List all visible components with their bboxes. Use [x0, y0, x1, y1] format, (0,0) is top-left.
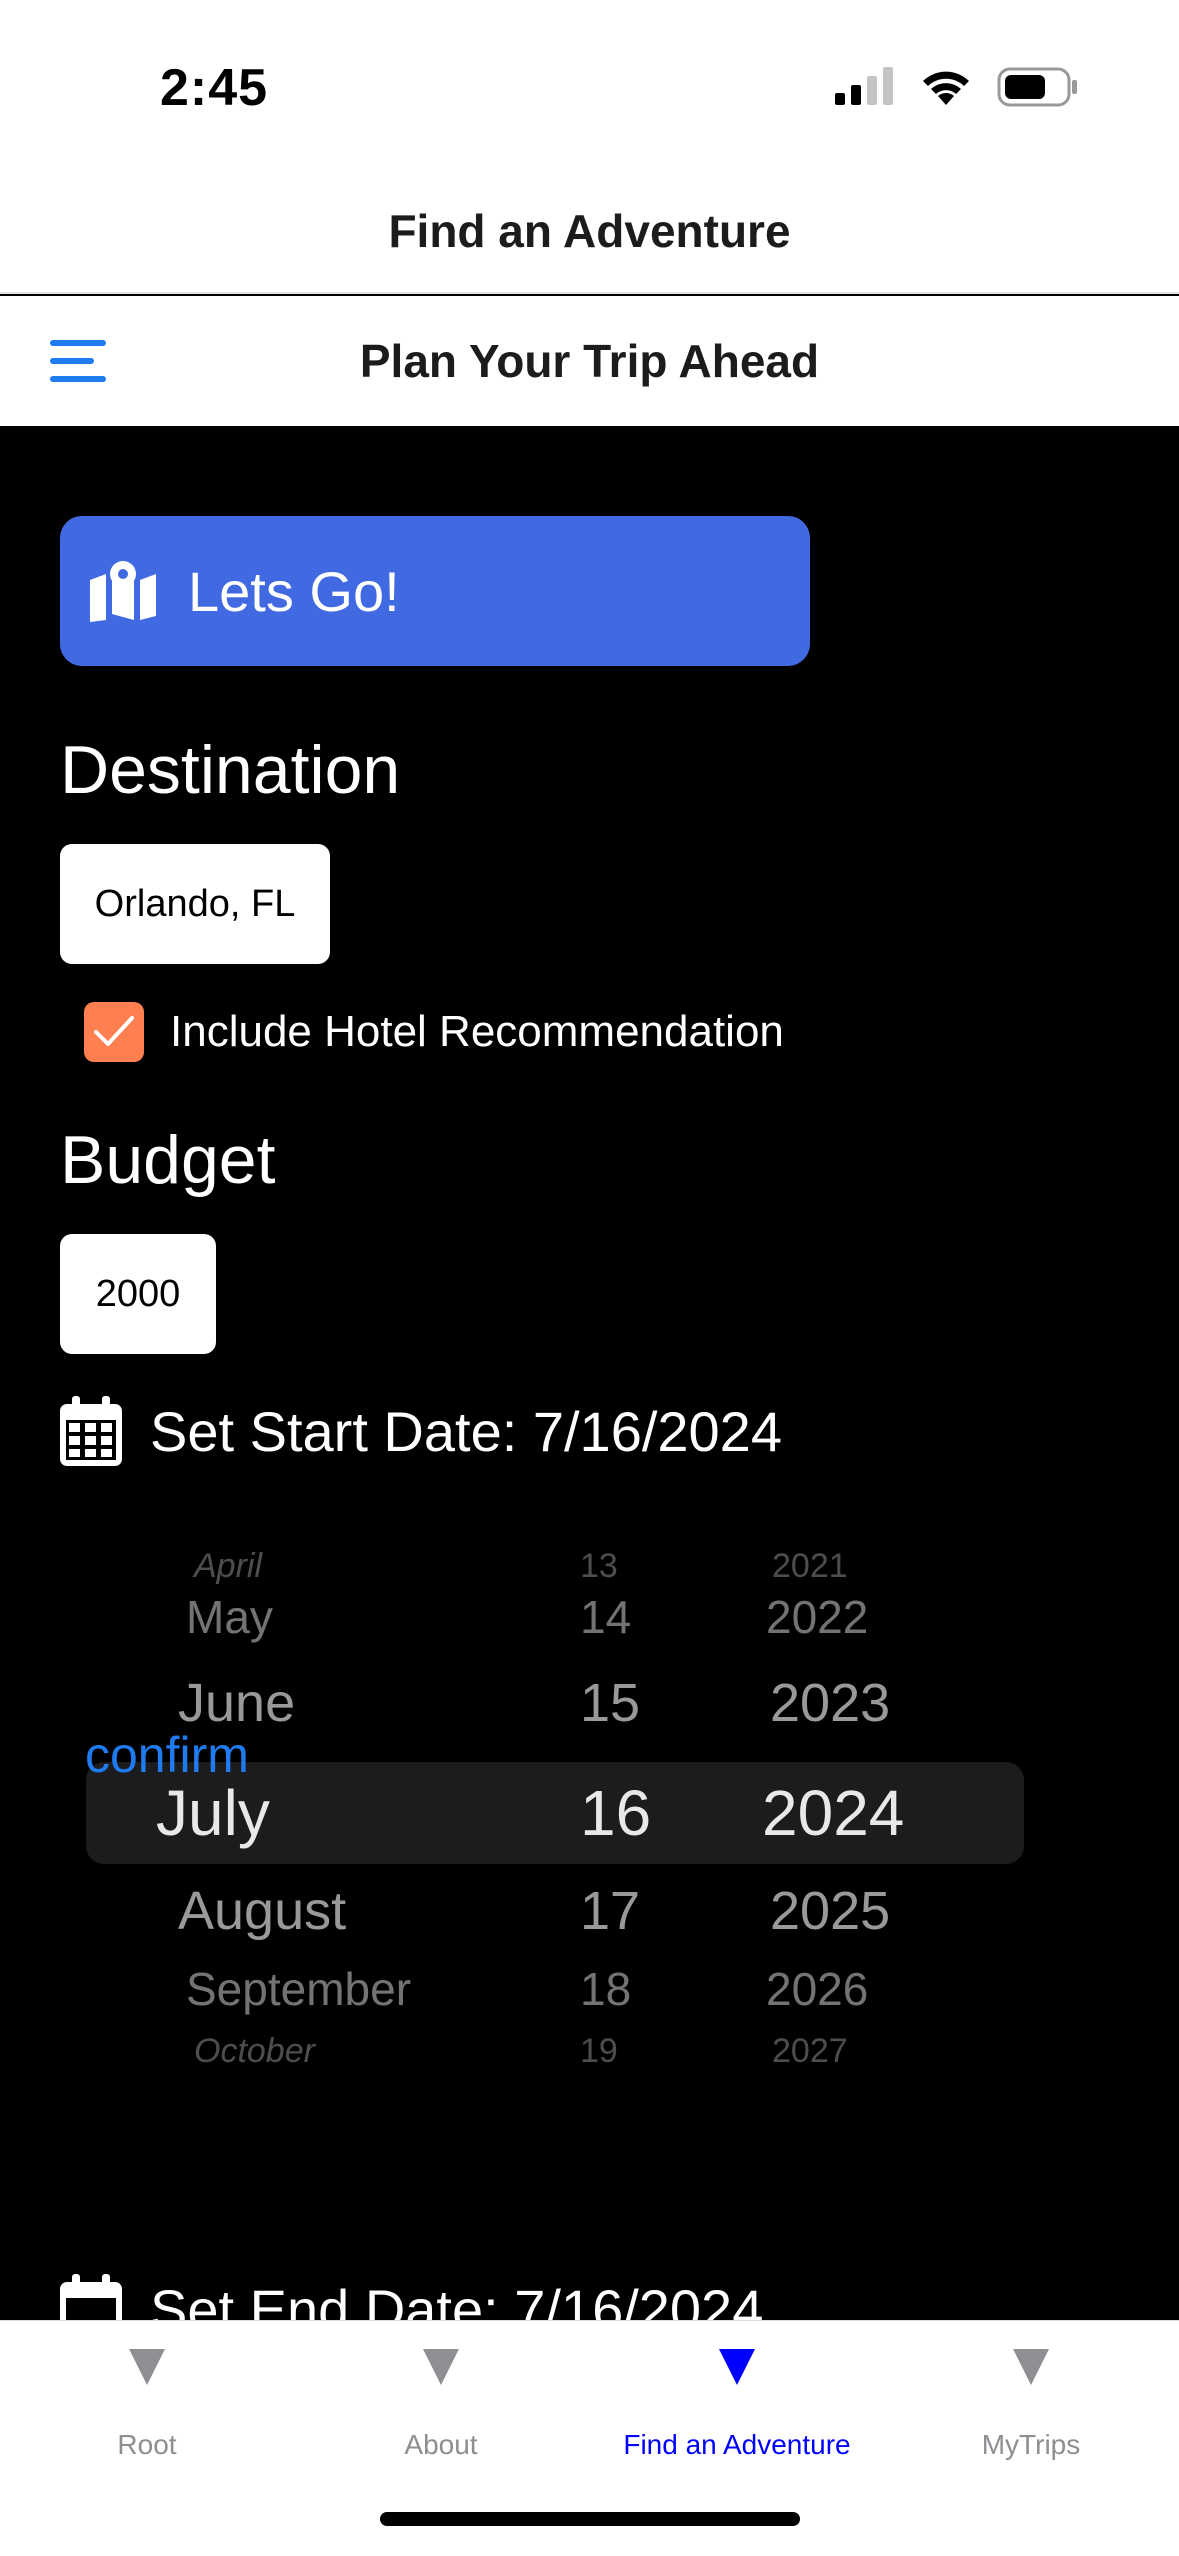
picker-day-option[interactable]: 14 [580, 1590, 631, 1644]
picker-year-option[interactable]: 2021 [772, 1547, 848, 1586]
tab-label: MyTrips [981, 2429, 1081, 2460]
start-date-label: Set Start Date: 7/16/2024 [150, 1399, 782, 1463]
hotel-recommendation-option[interactable]: Include Hotel Recommendation [84, 1002, 784, 1062]
picker-month-option[interactable]: August [178, 1880, 346, 1942]
calendar-icon [60, 2274, 122, 2320]
checkmark-icon [94, 1016, 134, 1046]
picker-month-option[interactable]: April [194, 1547, 262, 1586]
status-time: 2:45 [160, 59, 269, 117]
picker-year-option[interactable]: 2026 [766, 1962, 868, 2016]
map-icon [90, 561, 156, 622]
picker-day-option[interactable]: 13 [580, 1547, 618, 1586]
hamburger-menu-icon[interactable] [50, 336, 106, 386]
picker-year-option[interactable]: 2025 [770, 1880, 890, 1942]
picker-year-option[interactable]: 2022 [766, 1590, 868, 1644]
budget-input[interactable]: 2000 [60, 1234, 216, 1354]
calendar-icon [60, 1396, 122, 1466]
picker-month-option[interactable]: September [186, 1962, 411, 2016]
picker-day-option[interactable]: 17 [580, 1880, 640, 1942]
picker-day-option[interactable]: 19 [580, 2032, 618, 2071]
app-screen: 2:45 Find an Adventure Plan Your Trip Ah… [0, 0, 1179, 2556]
tab-label: Root [117, 2429, 177, 2460]
end-date-row[interactable]: Set End Date: 7/16/2024 [60, 2274, 763, 2320]
picker-year-selected[interactable]: 2024 [762, 1776, 904, 1850]
lets-go-label: Lets Go! [188, 559, 400, 623]
tab-label: About [404, 2429, 478, 2460]
picker-month-option[interactable]: May [186, 1590, 273, 1644]
home-indicator [380, 2512, 800, 2526]
trip-planner-form[interactable]: Lets Go! Destination Orlando, FL Include… [0, 426, 1179, 2320]
tab-root[interactable]: Root [0, 2349, 294, 2461]
picker-month-option[interactable]: June [178, 1672, 295, 1734]
triangle-down-icon [719, 2349, 755, 2385]
tab-mytrips[interactable]: MyTrips [884, 2349, 1178, 2461]
battery-icon [997, 67, 1077, 107]
picker-day-option[interactable]: 15 [580, 1672, 640, 1734]
status-icons [835, 64, 1079, 110]
page-header: Plan Your Trip Ahead [0, 296, 1179, 426]
destination-input[interactable]: Orlando, FL [60, 844, 330, 964]
tab-about[interactable]: About [294, 2349, 588, 2461]
hotel-recommendation-label: Include Hotel Recommendation [170, 1007, 784, 1056]
picker-day-option[interactable]: 18 [580, 1962, 631, 2016]
triangle-down-icon [129, 2349, 165, 2385]
navigation-header: Find an Adventure [0, 170, 1179, 294]
status-bar: 2:45 [0, 0, 1179, 170]
tab-find-an-adventure[interactable]: Find an Adventure [590, 2349, 884, 2461]
end-date-label: Set End Date: 7/16/2024 [150, 2277, 764, 2321]
start-date-row[interactable]: Set Start Date: 7/16/2024 [60, 1396, 782, 1466]
hotel-recommendation-checkbox[interactable] [84, 1002, 144, 1062]
budget-title: Budget [60, 1122, 276, 1198]
confirm-button[interactable]: confirm [85, 1726, 249, 1784]
tab-label: Find an Adventure [623, 2429, 851, 2460]
picker-year-option[interactable]: 2027 [772, 2032, 848, 2071]
lets-go-button[interactable]: Lets Go! [60, 516, 810, 666]
page-title: Plan Your Trip Ahead [359, 335, 820, 387]
picker-day-selected[interactable]: 16 [580, 1776, 651, 1850]
destination-title: Destination [60, 732, 401, 808]
picker-month-selected[interactable]: July [156, 1776, 270, 1850]
nav-title: Find an Adventure [388, 205, 791, 257]
picker-month-option[interactable]: October [194, 2032, 315, 2071]
triangle-down-icon [423, 2349, 459, 2385]
picker-year-option[interactable]: 2023 [770, 1672, 890, 1734]
cellular-signal-icon [835, 67, 893, 105]
triangle-down-icon [1013, 2349, 1049, 2385]
start-date-picker[interactable]: April May June July August September Oct… [86, 1542, 1024, 2102]
wifi-icon [923, 71, 969, 105]
